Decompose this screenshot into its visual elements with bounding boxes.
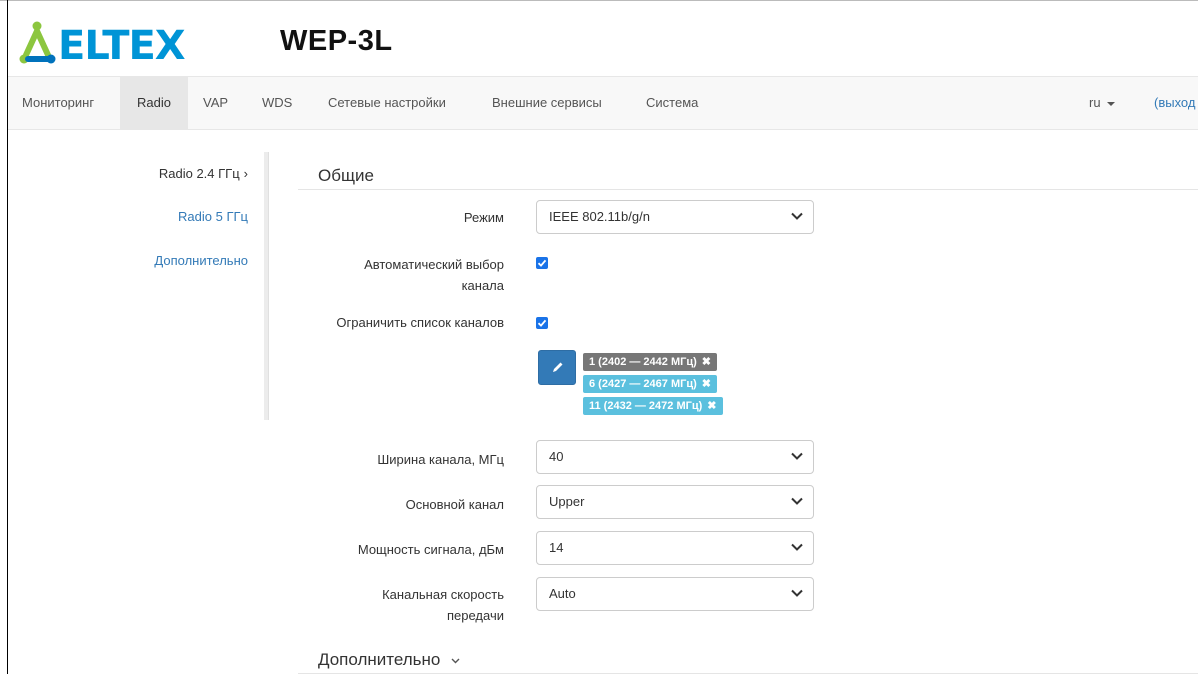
sidebar-item-advanced[interactable]: Дополнительно <box>154 253 248 268</box>
auto-channel-label-line2: канала <box>461 278 504 293</box>
chevron-right-icon: › <box>243 166 248 181</box>
channel-tag-label: 11 (2432 — 2472 МГц) <box>589 400 703 412</box>
remove-tag-icon[interactable]: ✖ <box>702 378 711 390</box>
mode-select-value: IEEE 802.11b/g/n <box>549 209 650 224</box>
nav-wds[interactable]: WDS <box>248 77 306 129</box>
section-title-advanced-label: Дополнительно <box>318 650 441 669</box>
eltex-logo: ELTEX <box>19 21 187 65</box>
channel-tag-1[interactable]: 1 (2402 — 2442 МГц) ✖ <box>583 353 717 371</box>
auto-channel-label-line1: Автоматический выбор <box>364 257 504 272</box>
power-select[interactable]: 14 <box>536 531 814 565</box>
rate-label-line1: Канальная скорость <box>382 587 504 602</box>
language-dropdown[interactable]: ru <box>1089 77 1115 129</box>
chevron-down-icon <box>791 212 803 220</box>
nav-monitoring[interactable]: Мониторинг <box>8 77 108 129</box>
primary-channel-select[interactable]: Upper <box>536 485 814 519</box>
auto-channel-label: Автоматический выбор канала <box>274 254 504 296</box>
checkmark-icon <box>537 259 547 267</box>
rate-select[interactable]: Auto <box>536 577 814 611</box>
checkmark-icon <box>537 319 547 327</box>
channel-tag-6[interactable]: 6 (2427 — 2467 МГц) ✖ <box>583 375 717 393</box>
device-model: WEP-3L <box>280 25 393 57</box>
rate-label-line2: передачи <box>446 608 504 623</box>
sidebar-item-label: Radio 2.4 ГГц <box>158 166 240 181</box>
limit-channels-label: Ограничить список каналов <box>336 315 504 330</box>
power-label: Мощность сигнала, дБм <box>357 542 504 557</box>
nav-external-services[interactable]: Внешние сервисы <box>478 77 616 129</box>
nav-system[interactable]: Система <box>632 77 712 129</box>
mode-select[interactable]: IEEE 802.11b/g/n <box>536 200 814 234</box>
edit-channels-button[interactable] <box>538 350 576 385</box>
channel-tag-11[interactable]: 11 (2432 — 2472 МГц) ✖ <box>583 397 723 415</box>
rate-select-value: Auto <box>549 586 576 601</box>
nav-network-settings[interactable]: Сетевые настройки <box>314 77 460 129</box>
bandwidth-label: Ширина канала, МГц <box>377 452 504 467</box>
chevron-down-icon <box>791 452 803 460</box>
section-title-advanced[interactable]: Дополнительно <box>318 650 460 670</box>
chevron-down-icon <box>791 497 803 505</box>
chevron-down-icon <box>791 589 803 597</box>
sidebar-divider <box>264 152 269 420</box>
bandwidth-select[interactable]: 40 <box>536 440 814 474</box>
chevron-down-icon <box>451 658 460 664</box>
pencil-icon <box>553 362 563 372</box>
chevron-down-icon <box>791 543 803 551</box>
nav-vap[interactable]: VAP <box>189 77 242 129</box>
remove-tag-icon[interactable]: ✖ <box>702 356 711 368</box>
bandwidth-select-value: 40 <box>549 449 564 464</box>
main-navbar: Мониторинг Radio VAP WDS Сетевые настрой… <box>8 76 1198 130</box>
power-select-value: 14 <box>549 540 564 555</box>
primary-channel-select-value: Upper <box>549 494 585 509</box>
language-value: ru <box>1089 95 1101 110</box>
sidebar: Radio 2.4 ГГц › Radio 5 ГГц Дополнительно <box>120 152 262 420</box>
channel-tag-label: 1 (2402 — 2442 МГц) <box>589 356 697 368</box>
eltex-logo-text: ELTEX <box>58 23 186 65</box>
primary-channel-label: Основной канал <box>405 497 504 512</box>
rate-label: Канальная скорость передачи <box>274 584 504 626</box>
channel-tag-label: 6 (2427 — 2467 МГц) <box>589 378 697 390</box>
section-divider <box>298 189 1198 190</box>
sidebar-item-radio-2-4[interactable]: Radio 2.4 ГГц › <box>159 166 248 181</box>
caret-down-icon <box>1106 101 1115 106</box>
auto-channel-checkbox[interactable] <box>536 257 548 269</box>
header: ELTEX WEP-3L <box>8 1 1198 76</box>
logout-link[interactable]: (выход <box>1154 77 1195 129</box>
mode-label: Режим <box>463 210 504 225</box>
sidebar-item-radio-5[interactable]: Radio 5 ГГц <box>178 209 248 224</box>
nav-radio[interactable]: Radio <box>120 77 188 129</box>
remove-tag-icon[interactable]: ✖ <box>707 400 716 412</box>
section-title-general: Общие <box>318 166 374 185</box>
limit-channels-checkbox[interactable] <box>536 317 548 329</box>
